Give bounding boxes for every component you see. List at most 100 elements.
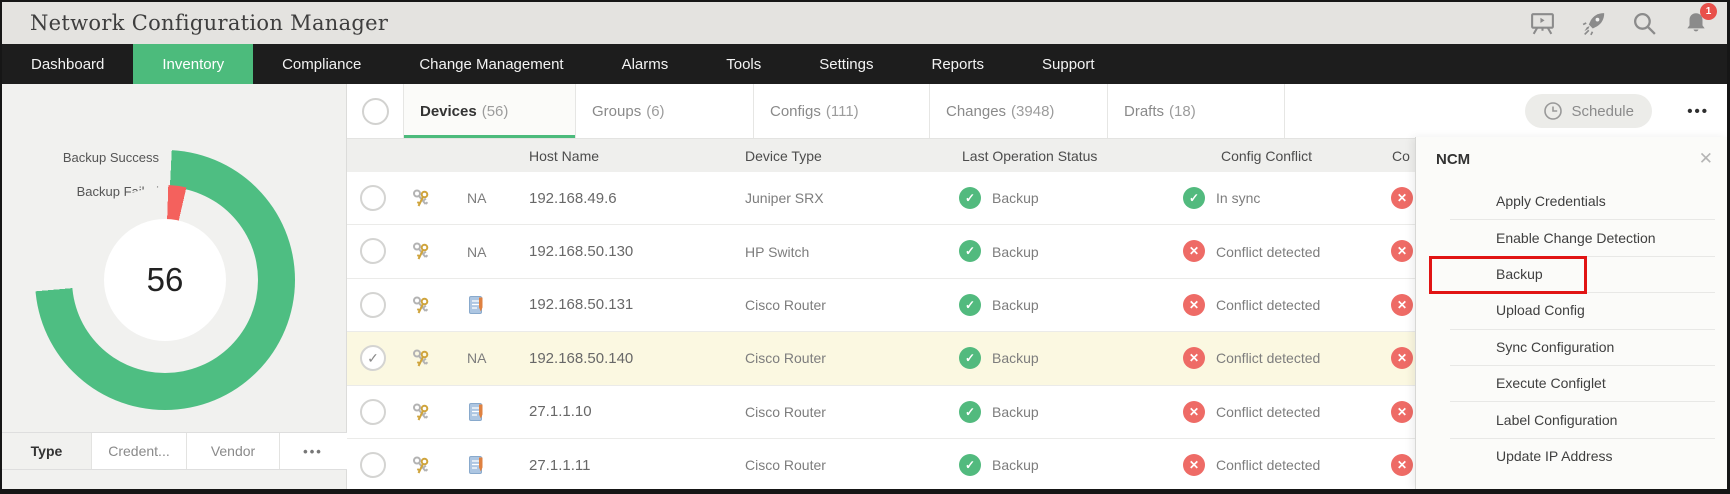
nav-alarms[interactable]: Alarms [593, 44, 698, 84]
nav-compliance[interactable]: Compliance [253, 44, 390, 84]
title-bar: Network Configuration Manager [2, 2, 1727, 44]
row-extra: NA [467, 225, 486, 277]
status-success-icon: ✓ [959, 401, 981, 423]
device-type: Cisco Router [745, 332, 826, 384]
credentials-keys-icon [409, 187, 433, 211]
sidebar-filter-tabs: Type Credent... Vendor ••• [2, 432, 347, 470]
device-type: HP Switch [745, 225, 809, 277]
host-name: 192.168.50.131 [529, 279, 633, 331]
tab-groups[interactable]: Groups (6) [576, 84, 754, 138]
sidebar-tab-type[interactable]: Type [2, 433, 92, 469]
conflict-text: Conflict detected [1216, 386, 1320, 438]
tab-changes[interactable]: Changes (3948) [930, 84, 1108, 138]
rightmost-error-icon: ✕ [1391, 401, 1413, 423]
host-name: 27.1.1.11 [529, 439, 590, 491]
conflict-text: Conflict detected [1216, 279, 1320, 331]
sidebar: Backup Success Backup Failed 56 Type Cre… [2, 84, 347, 489]
nav-dashboard[interactable]: Dashboard [2, 44, 133, 84]
status-success-icon: ✓ [959, 187, 981, 209]
host-name: 192.168.49.6 [529, 172, 617, 224]
rightmost-error-icon: ✕ [1391, 240, 1413, 262]
credentials-keys-icon [409, 401, 433, 425]
schedule-button[interactable]: Schedule [1525, 94, 1652, 128]
conflict-ok-icon: ✓ [1183, 187, 1205, 209]
status-text: Backup [992, 225, 1039, 277]
conflict-error-icon: ✕ [1183, 240, 1205, 262]
row-checkbox[interactable] [360, 238, 386, 264]
menu-upload-config[interactable]: Upload Config [1416, 292, 1727, 328]
donut-center-count: 56 [104, 219, 226, 341]
notification-badge: 1 [1700, 3, 1717, 20]
row-checkbox-checked[interactable]: ✓ [360, 345, 386, 371]
row-checkbox[interactable] [360, 452, 386, 478]
nav-reports[interactable]: Reports [902, 44, 1013, 84]
status-success-icon: ✓ [959, 454, 981, 476]
col-last-operation-status: Last Operation Status [962, 139, 1097, 172]
close-icon[interactable]: ✕ [1699, 149, 1713, 169]
menu-update-ip-address[interactable]: Update IP Address [1416, 438, 1727, 474]
device-type: Cisco Router [745, 439, 826, 491]
status-success-icon: ✓ [959, 294, 981, 316]
config-notepad-icon [469, 402, 484, 422]
nav-tools[interactable]: Tools [697, 44, 790, 84]
notifications-bell-icon[interactable]: 1 [1682, 10, 1709, 37]
nav-inventory[interactable]: Inventory [133, 44, 253, 84]
select-all-cell [347, 84, 404, 138]
row-extra: NA [467, 332, 486, 384]
app-title: Network Configuration Manager [30, 11, 388, 35]
nav-change-management[interactable]: Change Management [390, 44, 592, 84]
ncm-actions-panel: NCM ✕ Apply Credentials Enable Change De… [1415, 137, 1727, 489]
menu-execute-configlet[interactable]: Execute Configlet [1416, 365, 1727, 401]
conflict-error-icon: ✕ [1183, 347, 1205, 369]
row-checkbox[interactable] [360, 292, 386, 318]
tab-configs[interactable]: Configs (111) [754, 84, 930, 138]
menu-label-configuration[interactable]: Label Configuration [1416, 401, 1727, 437]
rightmost-error-icon: ✕ [1391, 454, 1413, 476]
nav-settings[interactable]: Settings [790, 44, 902, 84]
sidebar-more-tabs-icon[interactable]: ••• [280, 433, 346, 469]
search-icon[interactable] [1631, 10, 1658, 37]
device-type: Cisco Router [745, 279, 826, 331]
sidebar-tab-credential[interactable]: Credent... [92, 433, 187, 469]
more-actions-icon[interactable]: ••• [1687, 84, 1709, 139]
col-host-name: Host Name [529, 139, 599, 172]
status-text: Backup [992, 439, 1039, 491]
config-notepad-icon [469, 455, 484, 475]
menu-backup[interactable]: Backup [1416, 256, 1727, 292]
tab-devices[interactable]: Devices (56) [404, 84, 576, 138]
row-checkbox[interactable] [360, 399, 386, 425]
row-checkbox[interactable] [360, 185, 386, 211]
menu-sync-configuration[interactable]: Sync Configuration [1416, 329, 1727, 365]
sidebar-tab-vendor[interactable]: Vendor [187, 433, 280, 469]
clock-icon [1543, 101, 1563, 121]
rightmost-error-icon: ✕ [1391, 187, 1413, 209]
conflict-text: Conflict detected [1216, 332, 1320, 384]
status-text: Backup [992, 386, 1039, 438]
credentials-keys-icon [409, 240, 433, 264]
credentials-keys-icon [409, 454, 433, 478]
select-all-checkbox[interactable] [362, 98, 389, 125]
conflict-error-icon: ✕ [1183, 454, 1205, 476]
host-name: 192.168.50.130 [529, 225, 633, 277]
col-truncated: Co [1392, 139, 1410, 172]
presentation-icon[interactable] [1529, 10, 1556, 37]
credentials-keys-icon [409, 294, 433, 318]
rightmost-error-icon: ✕ [1391, 347, 1413, 369]
conflict-error-icon: ✕ [1183, 294, 1205, 316]
conflict-text: Conflict detected [1216, 225, 1320, 277]
device-type: Cisco Router [745, 386, 826, 438]
status-success-icon: ✓ [959, 240, 981, 262]
conflict-text: In sync [1216, 172, 1260, 224]
device-type: Juniper SRX [745, 172, 824, 224]
nav-support[interactable]: Support [1013, 44, 1124, 84]
menu-apply-credentials[interactable]: Apply Credentials [1416, 183, 1727, 219]
status-text: Backup [992, 172, 1039, 224]
titlebar-icons: 1 [1529, 2, 1709, 44]
status-text: Backup [992, 279, 1039, 331]
col-device-type: Device Type [745, 139, 822, 172]
rocket-icon[interactable] [1580, 10, 1607, 37]
menu-enable-change-detection[interactable]: Enable Change Detection [1416, 219, 1727, 255]
row-extra: NA [467, 172, 486, 224]
tab-drafts[interactable]: Drafts (18) [1108, 84, 1285, 138]
panel-menu: Apply Credentials Enable Change Detectio… [1416, 183, 1727, 474]
